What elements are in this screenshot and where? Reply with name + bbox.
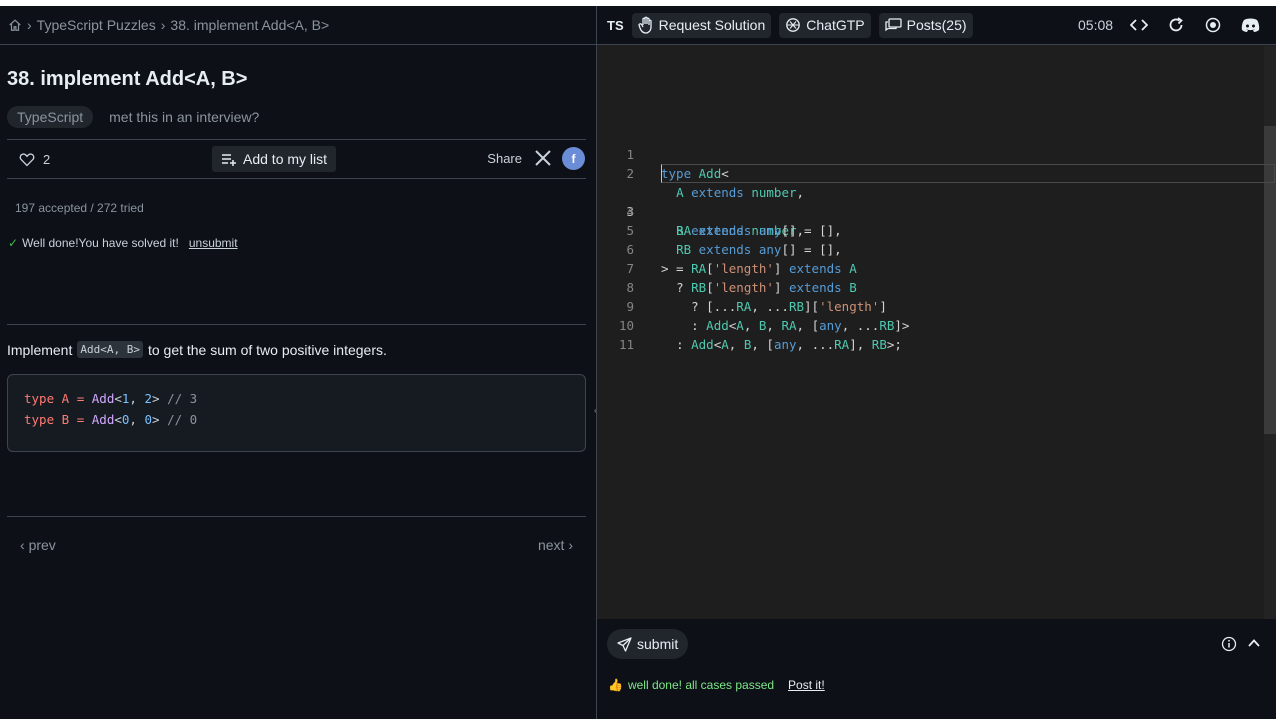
code-line: 7 ? RB['length'] extends B — [597, 240, 1276, 295]
next-link[interactable]: next › — [538, 537, 573, 553]
tag-row: TypeScript met this in an interview? — [7, 106, 259, 128]
code-line: 2 A extends number, — [597, 145, 1276, 200]
submit-label: submit — [637, 636, 679, 652]
code-type-name: B — [61, 412, 70, 427]
code-number: 0 — [144, 412, 152, 427]
editor-toolbar: TS Request Solution ChatGTP Posts(25) 05… — [597, 6, 1276, 45]
problem-description: Implement Add<A, B> to get the sum of tw… — [7, 341, 387, 358]
home-icon[interactable] — [8, 18, 22, 32]
heart-icon — [19, 152, 35, 166]
x-twitter-icon[interactable] — [534, 149, 552, 167]
timer[interactable]: 05:08 — [1078, 17, 1113, 33]
posts-button[interactable]: Posts(25) — [878, 12, 973, 38]
posts-label: Posts(25) — [906, 17, 967, 33]
add-to-list-label: Add to my list — [243, 151, 328, 167]
code-line: 5 RB extends any[] = [], — [597, 202, 1276, 257]
code-comment: // 0 — [167, 412, 198, 427]
code-line-current: 3 B extends number, — [597, 164, 1276, 238]
line-number: 11 — [618, 337, 634, 352]
chevron-up-icon[interactable] — [1247, 636, 1261, 650]
code-brackets-icon[interactable] — [1130, 17, 1148, 33]
code-type-call: Add — [91, 412, 115, 427]
code-line: 8 ? [...RA, ...RB]['length'] — [597, 259, 1276, 314]
breadcrumb-separator: › — [27, 17, 32, 33]
result-text: well done! all cases passed — [627, 678, 775, 692]
check-icon: ✓ — [8, 236, 19, 250]
code-line-content: : Add<A, B, [any, ...RA], RB>; — [676, 337, 902, 352]
chat-bubbles-icon — [884, 17, 902, 31]
code-number: 0 — [121, 412, 130, 427]
next-label: next — [537, 537, 565, 553]
playlist-add-icon — [222, 154, 236, 166]
breadcrumb: › TypeScript Puzzles › 38. implement Add… — [0, 6, 596, 45]
splitter-handle-icon[interactable]: ‹ — [594, 406, 597, 415]
solved-status-text: Well done!You have solved it! — [22, 236, 179, 250]
example-code-block: type A = Add<1, 2> // 3 type B = Add<0, … — [7, 374, 586, 452]
code-keyword: type — [24, 412, 55, 427]
code-number: 1 — [121, 391, 130, 406]
acceptance-stats: 197 accepted / 272 tried — [15, 201, 144, 215]
page-title: 38. implement Add<A, B> — [7, 68, 248, 90]
language-label: TS — [607, 17, 624, 33]
share-label: Share — [487, 151, 522, 166]
description-prefix: Implement — [7, 341, 73, 358]
record-icon[interactable] — [1205, 17, 1221, 33]
facebook-icon[interactable]: f — [562, 147, 585, 170]
post-it-link[interactable]: Post it! — [788, 678, 825, 692]
send-icon — [617, 636, 632, 652]
code-line: 11 — [597, 316, 1276, 352]
prev-link[interactable]: ‹ prev — [20, 537, 56, 553]
submit-button[interactable]: submit — [607, 629, 689, 659]
breadcrumb-section-link[interactable]: TypeScript Puzzles — [37, 17, 156, 33]
tag-typescript[interactable]: TypeScript — [7, 106, 94, 128]
solved-status: ✓ Well done!You have solved it! unsubmit — [8, 236, 238, 250]
request-solution-label: Request Solution — [658, 17, 766, 33]
request-solution-button[interactable]: Request Solution — [631, 12, 772, 38]
hand-icon — [637, 16, 652, 34]
example-line: type B = Add<0, 0> // 0 — [24, 412, 198, 427]
discord-icon[interactable] — [1241, 17, 1260, 33]
divider — [7, 516, 586, 517]
divider — [7, 324, 586, 325]
example-line: type A = Add<1, 2> // 3 — [24, 391, 198, 406]
interview-link[interactable]: met this in an interview? — [109, 109, 259, 125]
code-line: 1 type Add< — [597, 126, 1276, 181]
submit-panel: submit 👍 well done! all cases passed Pos… — [597, 619, 1276, 719]
code-number: 2 — [144, 391, 152, 406]
code-line: 10 : Add<A, B, [any, ...RA], RB>; — [597, 297, 1276, 352]
chatgpt-button[interactable]: ChatGTP — [779, 12, 871, 38]
description-inline-code: Add<A, B> — [77, 341, 143, 358]
thumbs-up-icon: 👍 — [608, 678, 623, 692]
info-icon[interactable] — [1221, 636, 1237, 652]
chatgpt-label: ChatGTP — [806, 17, 865, 33]
problem-panel: › TypeScript Puzzles › 38. implement Add… — [0, 6, 596, 719]
openai-icon — [786, 18, 801, 32]
like-button[interactable]: 2 — [19, 152, 50, 167]
code-line: 9 : Add<A, B, RA, [any, ...RB]> — [597, 278, 1276, 333]
unsubmit-link[interactable]: unsubmit — [189, 236, 238, 250]
code-keyword: type — [24, 391, 55, 406]
code-comment: // 3 — [167, 391, 198, 406]
breadcrumb-current: 38. implement Add<A, B> — [170, 17, 330, 33]
code-line: 4 RA extends any[] = [], — [597, 183, 1276, 238]
action-bar: 2 Add to my list Share f — [7, 139, 586, 179]
editor-panel: TS Request Solution ChatGTP Posts(25) 05… — [597, 6, 1276, 719]
breadcrumb-separator: › — [160, 17, 166, 33]
test-result: 👍 well done! all cases passed Post it! — [608, 678, 825, 692]
code-type-call: Add — [91, 391, 115, 406]
prev-label: prev — [28, 537, 56, 553]
current-line-highlight — [661, 164, 1275, 183]
code-type-name: A — [61, 391, 70, 406]
code-editor[interactable]: 1 type Add< 2 A extends number, 3 B exte… — [597, 46, 1276, 619]
description-suffix: to get the sum of two positive integers. — [147, 341, 387, 358]
reset-icon[interactable] — [1168, 17, 1184, 33]
like-count: 2 — [43, 151, 51, 167]
code-line: 6 > = RA['length'] extends A — [597, 221, 1276, 276]
add-to-list-button[interactable]: Add to my list — [212, 146, 337, 172]
